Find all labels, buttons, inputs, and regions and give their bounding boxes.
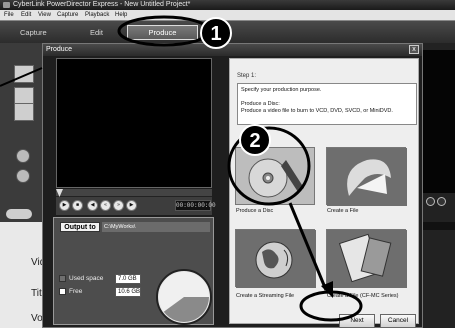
- create-file-label: Create a File: [327, 208, 359, 214]
- step-line-1: Specify your production purpose.: [241, 87, 322, 93]
- output-panel: Output to C:\MyWorks\ Used space 7.0 GB …: [53, 217, 214, 325]
- forward-icon[interactable]: »: [113, 200, 124, 211]
- previous-icon[interactable]: ◀: [87, 200, 98, 211]
- output-path: C:\MyWorks\: [102, 222, 210, 232]
- step-line-3: Produce a video file to burn to VCD, DVD…: [241, 108, 393, 114]
- next-button[interactable]: Next: [339, 314, 375, 328]
- menu-help[interactable]: Help: [115, 10, 127, 21]
- stop-icon[interactable]: ■: [72, 200, 83, 211]
- zoom-out-icon[interactable]: [426, 197, 435, 206]
- tab-produce[interactable]: Produce: [127, 25, 198, 40]
- app-title: CyberLink PowerDirector Express - New Un…: [13, 1, 191, 8]
- menu-capture[interactable]: Capture: [57, 10, 78, 21]
- menu-bar: File Edit View Capture Playback Help: [0, 10, 455, 21]
- disc-icon: [248, 158, 304, 198]
- next-frame-icon[interactable]: ▶: [126, 200, 137, 211]
- create-file-option[interactable]: [326, 147, 407, 206]
- free-space-value: 10.6 GB: [115, 287, 141, 297]
- app-title-bar: CyberLink PowerDirector Express - New Un…: [0, 0, 455, 10]
- globe-icon: [236, 230, 316, 288]
- produce-disc-option[interactable]: [235, 147, 315, 205]
- menu-edit[interactable]: Edit: [21, 10, 31, 21]
- play-icon[interactable]: ▶: [59, 200, 70, 211]
- free-space-swatch: [59, 288, 66, 295]
- menu-view[interactable]: View: [38, 10, 51, 21]
- zoom-in-icon[interactable]: [437, 197, 446, 206]
- create-file-icon: [327, 148, 407, 206]
- step-label: Step 1:: [237, 73, 257, 79]
- video-preview: [56, 58, 212, 188]
- disk-space-gauge: [156, 269, 212, 325]
- seek-bar[interactable]: [56, 189, 212, 197]
- dialog-title-bar: Produce x: [43, 44, 422, 56]
- preview-window: [423, 50, 455, 193]
- step-line-2: Produce a Disc:: [241, 101, 280, 107]
- playback-controls: ▶ ■ ◀ « » ▶ 00:00:00:00: [56, 197, 216, 215]
- menu-file[interactable]: File: [4, 10, 14, 21]
- timeline-ruler: [423, 222, 455, 230]
- output-to-button[interactable]: Output to: [60, 222, 100, 232]
- free-space-row: Free 10.6 GB: [59, 287, 141, 297]
- disk-gauge-chart: [159, 272, 209, 322]
- menu-playback[interactable]: Playback: [85, 10, 109, 21]
- used-space-row: Used space 7.0 GB: [59, 274, 141, 284]
- close-icon[interactable]: x: [409, 45, 419, 54]
- create-streaming-file-label: Create a Streaming File: [236, 293, 295, 299]
- create-file-cf-option[interactable]: [326, 229, 407, 288]
- used-space-label: Used space: [69, 275, 104, 282]
- toolbar-pill-button[interactable]: [6, 209, 32, 219]
- right-preview-area: [423, 43, 455, 328]
- rewind-icon[interactable]: «: [100, 200, 111, 211]
- produce-options-panel: Step 1: Specify your production purpose.…: [229, 58, 419, 328]
- free-space-label: Free: [69, 288, 83, 295]
- create-streaming-file-option[interactable]: [235, 229, 316, 288]
- seek-thumb[interactable]: [56, 189, 63, 197]
- step-description: Specify your production purpose. Produce…: [237, 83, 417, 125]
- produce-dialog: Produce x ▶ ■ ◀ « » ▶ 00:00:00:00 Output…: [42, 43, 423, 328]
- used-space-value: 7.0 GB: [115, 274, 141, 284]
- app-icon: [3, 2, 10, 8]
- settings-round-icon[interactable]: [16, 169, 30, 183]
- used-space-swatch: [59, 275, 66, 282]
- tab-capture[interactable]: Capture: [20, 28, 47, 37]
- tab-edit[interactable]: Edit: [90, 28, 103, 37]
- media-library-icon[interactable]: [14, 65, 34, 83]
- dialog-title: Produce: [46, 46, 73, 53]
- cancel-button[interactable]: Cancel: [380, 314, 416, 328]
- create-file-cf-label: Create a File (CF-MC Series): [327, 293, 399, 299]
- mode-bar: Capture Edit Produce: [0, 21, 455, 43]
- film-icon[interactable]: [14, 103, 34, 121]
- timecode-display: 00:00:00:00: [175, 200, 216, 211]
- audio-icon[interactable]: [16, 149, 30, 163]
- cf-card-icon: [327, 230, 407, 288]
- produce-disc-label: Produce a Disc: [236, 208, 274, 214]
